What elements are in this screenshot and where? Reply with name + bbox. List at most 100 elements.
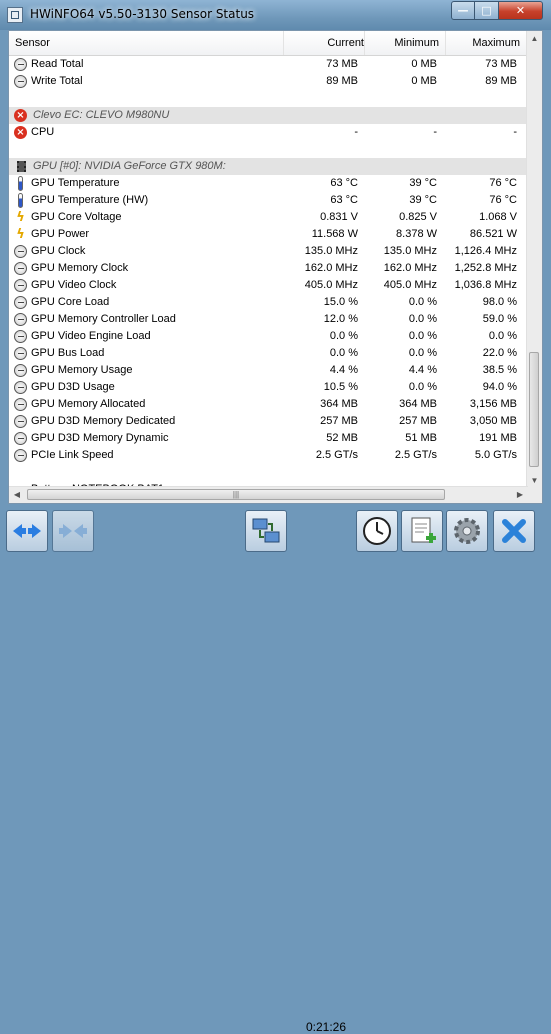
- current-value: 162.0 MHz: [304, 262, 358, 274]
- current-value: 15.0 %: [323, 296, 358, 308]
- table-row[interactable]: GPU D3D Memory Dynamic 52 MB 51 MB 191 MB: [9, 430, 528, 447]
- minimum-value: 364 MB: [399, 398, 437, 410]
- table-row[interactable]: × CPU - - -: [9, 124, 528, 141]
- table-row[interactable]: GPU Memory Allocated 364 MB 364 MB 3,156 MB: [9, 396, 528, 413]
- network-computers-icon: [252, 518, 280, 543]
- sensor-name: GPU Video Clock: [31, 279, 117, 291]
- minimum-value: 0.0 %: [408, 296, 437, 308]
- navigate-arrows-button[interactable]: [6, 510, 48, 552]
- sensor-name: GPU Memory Controller Load: [31, 313, 176, 325]
- table-row[interactable]: GPU Video Engine Load 0.0 % 0.0 % 0.0 %: [9, 328, 528, 345]
- window-title: HWiNFO64 v5.50-3130 Sensor Status: [30, 7, 255, 21]
- group-header-row[interactable]: × Clevo EC: CLEVO M980NU: [9, 107, 528, 124]
- minimum-value: 0.0 %: [408, 313, 437, 325]
- double-arrow-icon: [13, 524, 41, 538]
- minimum-value: 51 MB: [405, 432, 437, 444]
- table-row[interactable]: GPU Memory Usage 4.4 % 4.4 % 38.5 %: [9, 362, 528, 379]
- sensor-name: GPU Memory Clock: [31, 262, 129, 274]
- sensor-table[interactable]: Sensor Current Minimum Maximum Read Tota…: [8, 30, 543, 504]
- sensor-name: GPU Power: [31, 228, 90, 240]
- group-header-row[interactable]: GPU [#0]: NVIDIA GeForce GTX 980M:: [9, 158, 528, 175]
- settings-button[interactable]: [446, 510, 488, 552]
- gear-icon: [454, 518, 480, 544]
- current-value: 89 MB: [326, 75, 358, 87]
- table-row[interactable]: GPU Temperature (HW) 63 °C 39 °C 76 °C: [9, 192, 528, 209]
- clock-icon: [14, 58, 27, 71]
- current-value: 10.5 %: [323, 381, 358, 393]
- table-row[interactable]: PCIe Link Speed 2.5 GT/s 2.5 GT/s 5.0 GT/s: [9, 447, 528, 464]
- clock-icon: [14, 330, 27, 343]
- table-row[interactable]: GPU D3D Usage 10.5 % 0.0 % 94.0 %: [9, 379, 528, 396]
- close-x-icon: [502, 519, 526, 543]
- minimum-value: -: [433, 126, 437, 138]
- close-sensors-button[interactable]: [493, 510, 535, 552]
- maximize-button[interactable]: □: [474, 1, 499, 20]
- maximum-value: 76 °C: [489, 177, 517, 189]
- column-header-maximum[interactable]: Maximum: [445, 31, 520, 55]
- sensor-name: Write Total: [31, 75, 83, 87]
- current-value: 4.4 %: [329, 364, 358, 376]
- network-button[interactable]: [245, 510, 287, 552]
- minimize-button[interactable]: —: [451, 1, 475, 20]
- table-row[interactable]: GPU Temperature 63 °C 39 °C 76 °C: [9, 175, 528, 192]
- current-value: 364 MB: [320, 398, 358, 410]
- title-bar[interactable]: HWiNFO64 v5.50-3130 Sensor Status — □ ✕: [0, 0, 551, 30]
- close-window-button[interactable]: ✕: [498, 1, 543, 20]
- column-header-minimum[interactable]: Minimum: [364, 31, 439, 55]
- error-icon: ×: [14, 126, 27, 139]
- bottom-toolbar: 0:21:26: [0, 504, 551, 1034]
- clock-icon: [14, 262, 27, 275]
- minimum-value: 0.0 %: [408, 347, 437, 359]
- table-row[interactable]: GPU Memory Controller Load 12.0 % 0.0 % 59.…: [9, 311, 528, 328]
- horizontal-scrollbar[interactable]: ◀ ||| ▶: [9, 486, 528, 503]
- logging-button[interactable]: [401, 510, 443, 552]
- table-row[interactable]: ϟ GPU Power 11.568 W 8.378 W 86.521 W: [9, 226, 528, 243]
- minimum-value: 39 °C: [409, 177, 437, 189]
- current-value: 405.0 MHz: [304, 279, 358, 291]
- maximum-value: 22.0 %: [482, 347, 517, 359]
- chip-icon: [17, 161, 26, 172]
- maximum-value: 38.5 %: [482, 364, 517, 376]
- table-row[interactable]: Read Total 73 MB 0 MB 73 MB: [9, 56, 528, 73]
- converge-arrow-icon: [59, 524, 87, 538]
- reset-timer-button[interactable]: [356, 510, 398, 552]
- table-row[interactable]: GPU Memory Clock 162.0 MHz 162.0 MHz 1,252.…: [9, 260, 528, 277]
- current-value: 0.831 V: [320, 211, 358, 223]
- vertical-scroll-thumb[interactable]: [529, 352, 539, 467]
- sensor-name: GPU Video Engine Load: [31, 330, 151, 342]
- column-header-sensor[interactable]: Sensor: [15, 31, 50, 55]
- table-row[interactable]: ϟ GPU Core Voltage 0.831 V 0.825 V 1.068 V: [9, 209, 528, 226]
- minimum-value: 0.0 %: [408, 381, 437, 393]
- clock-icon: [14, 279, 27, 292]
- minimum-value: 405.0 MHz: [383, 279, 437, 291]
- vertical-scrollbar[interactable]: ▲ ▼: [526, 31, 542, 489]
- scroll-left-icon[interactable]: ◀: [9, 487, 25, 503]
- scroll-up-icon[interactable]: ▲: [527, 31, 542, 47]
- merge-arrows-button[interactable]: [52, 510, 94, 552]
- table-row[interactable]: GPU Clock 135.0 MHz 135.0 MHz 1,126.4 MHz: [9, 243, 528, 260]
- sensor-name: GPU Memory Usage: [31, 364, 133, 376]
- sensor-name: GPU [#0]: NVIDIA GeForce GTX 980M:: [33, 160, 226, 172]
- clock-icon: [14, 296, 27, 309]
- table-row[interactable]: Write Total 89 MB 0 MB 89 MB: [9, 73, 528, 90]
- spacer-row: [9, 90, 528, 107]
- sensor-name: GPU Temperature: [31, 177, 120, 189]
- minimum-value: 257 MB: [399, 415, 437, 427]
- sensor-name: GPU D3D Memory Dedicated: [31, 415, 176, 427]
- spacer-row: [9, 464, 528, 481]
- current-value: 11.568 W: [311, 228, 358, 240]
- table-row[interactable]: GPU Video Clock 405.0 MHz 405.0 MHz 1,036.8…: [9, 277, 528, 294]
- column-header-current[interactable]: Current: [283, 31, 364, 55]
- maximum-value: 191 MB: [479, 432, 517, 444]
- table-row[interactable]: GPU Core Load 15.0 % 0.0 % 98.0 %: [9, 294, 528, 311]
- clock-icon: [14, 347, 27, 360]
- sensor-name: Read Total: [31, 58, 84, 70]
- horizontal-scroll-thumb[interactable]: |||: [27, 489, 445, 500]
- table-row[interactable]: GPU D3D Memory Dedicated 257 MB 257 MB 3,05…: [9, 413, 528, 430]
- table-row[interactable]: GPU Bus Load 0.0 % 0.0 % 22.0 %: [9, 345, 528, 362]
- app-icon[interactable]: [7, 7, 23, 23]
- error-icon: ×: [14, 109, 27, 122]
- maximum-value: 3,050 MB: [469, 415, 517, 427]
- sensor-name: Clevo EC: CLEVO M980NU: [33, 109, 170, 121]
- clock-icon: [363, 517, 391, 545]
